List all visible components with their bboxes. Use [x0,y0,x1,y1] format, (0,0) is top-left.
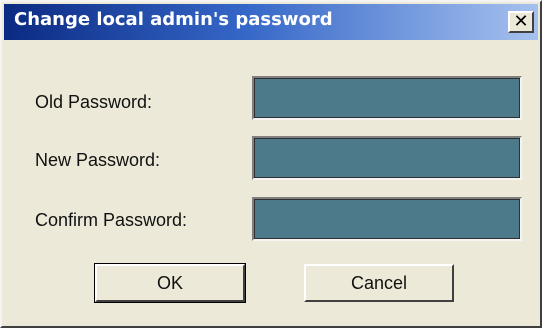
change-password-dialog: Change local admin's password ✕ Old Pass… [0,0,542,328]
confirm-password-label: Confirm Password: [35,210,188,230]
close-button[interactable]: ✕ [508,11,534,33]
ok-button-label: OK [156,272,183,293]
new-password-label: New Password: [35,150,161,170]
old-password-label: Old Password: [35,92,153,112]
title-bar[interactable]: Change local admin's password ✕ [4,4,538,40]
old-password-field[interactable] [252,76,522,120]
dialog-title: Change local admin's password [14,9,333,30]
cancel-button-label: Cancel [350,272,408,293]
new-password-field[interactable] [252,136,522,180]
confirm-password-field[interactable] [252,197,522,241]
cancel-button[interactable]: Cancel [304,264,454,302]
close-icon: ✕ [513,11,529,32]
ok-button[interactable]: OK [94,263,246,303]
